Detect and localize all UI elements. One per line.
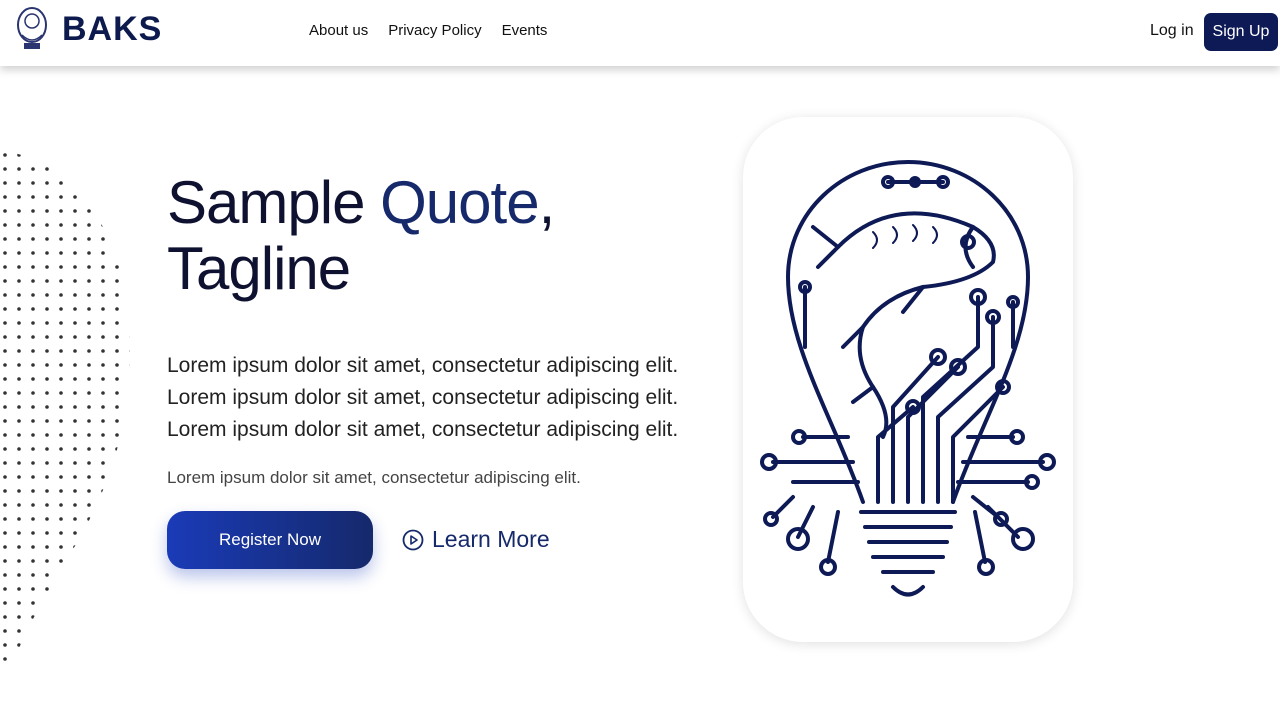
login-link[interactable]: Log in (1150, 22, 1194, 40)
fish-lightbulb-circuit-illustration (760, 160, 1056, 597)
main-nav: About us Privacy Policy Events (309, 22, 547, 39)
nav-about-us[interactable]: About us (309, 22, 368, 39)
hero-subtext: Lorem ipsum dolor sit amet, consectetur … (167, 468, 581, 487)
hero-title-part1: Sample (167, 169, 381, 236)
hero-paragraph-line: Lorem ipsum dolor sit amet, consectetur … (167, 354, 679, 377)
hero-title: Sample Quote, Tagline (167, 169, 556, 302)
play-circle-icon (402, 529, 424, 550)
register-now-button[interactable]: Register Now (167, 511, 373, 569)
learn-more-link[interactable]: Learn More (402, 526, 550, 553)
learn-more-label: Learn More (432, 526, 550, 552)
hero-title-part2: , (538, 169, 556, 236)
site-header: BAKS About us Privacy Policy Events Log … (0, 0, 1280, 66)
crest-emblem-icon[interactable] (14, 5, 50, 53)
hero-illustration-card (743, 117, 1073, 642)
hero-paragraph-line: Lorem ipsum dolor sit amet, consectetur … (167, 386, 679, 409)
nav-events[interactable]: Events (502, 22, 548, 39)
nav-privacy-policy[interactable]: Privacy Policy (388, 22, 481, 39)
brand-logo[interactable]: BAKS (62, 10, 162, 49)
hero-paragraph: Lorem ipsum dolor sit amet, consectetur … (167, 350, 727, 446)
hero-paragraph-line: Lorem ipsum dolor sit amet, consectetur … (167, 418, 679, 441)
hero-title-accent: Quote (380, 169, 539, 236)
signup-button[interactable]: Sign Up (1204, 13, 1278, 51)
decorative-dot-pattern (0, 150, 130, 670)
hero-title-line2: Tagline (167, 235, 351, 302)
